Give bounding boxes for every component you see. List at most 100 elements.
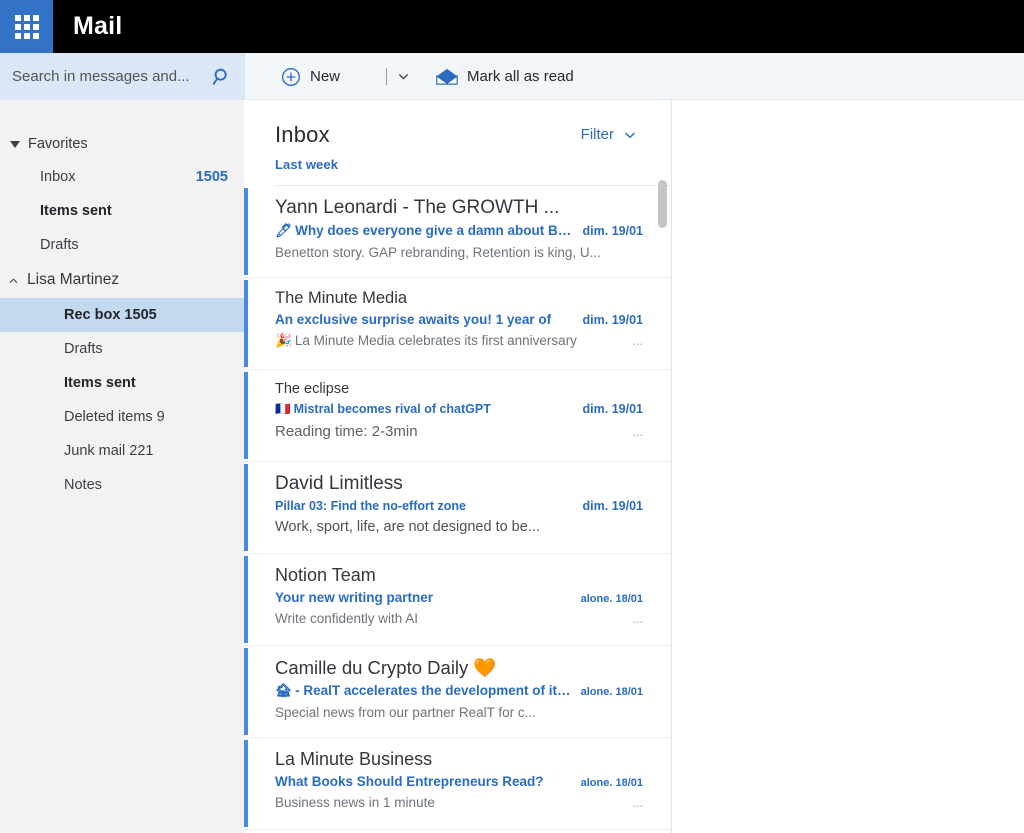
sidebar-item-deleted-items[interactable]: Deleted items 9 — [0, 400, 244, 434]
mark-all-as-read-label: Mark all as read — [467, 68, 574, 85]
message-subject: 🖊 Why does everyone give a damn about Ben… — [275, 223, 573, 239]
scrollbar-thumb[interactable] — [658, 180, 667, 228]
search-input[interactable] — [12, 68, 211, 85]
message-preview: Work, sport, life, are not designed to b… — [275, 519, 540, 535]
message-preview: Reading time: 2-3min — [275, 423, 418, 440]
chevron-up-icon — [9, 278, 18, 283]
sidebar-group-favorites-label: Favorites — [28, 136, 88, 152]
house-icon: 🏚 — [275, 683, 293, 699]
message-preview: 🎉 La Minute Media celebrates its first an… — [275, 333, 577, 349]
message-sender: La Minute Business — [275, 749, 433, 769]
toolbar: New Mark all as read — [245, 53, 1024, 100]
sidebar-item-label: Notes — [64, 477, 102, 493]
message-subject: Pillar 03: Find the no-effort zone — [275, 499, 466, 513]
message-date: dim. 19/01 — [582, 313, 643, 327]
message-preview: Write confidently with AI — [275, 611, 419, 626]
message-date: alone. 18/01 — [580, 593, 643, 605]
mark-all-as-read-button[interactable]: Mark all as read — [430, 64, 580, 89]
sidebar-group-account[interactable]: Lisa Martinez — [0, 262, 244, 298]
message-subject-text: Mistral becomes rival of chatGPT — [293, 402, 491, 416]
sidebar-item-rec-box[interactable]: Rec box 1505 — [0, 298, 244, 332]
message-subject-text: Your new writing partner — [275, 590, 434, 605]
filter-label: Filter — [580, 126, 614, 143]
pen-icon: 🖊 — [275, 223, 293, 239]
toolbar-divider — [386, 68, 388, 85]
sidebar-item-count: 1505 — [195, 169, 228, 185]
message-sender: The eclipse — [275, 381, 350, 397]
filter-button[interactable]: Filter — [581, 126, 637, 143]
message-subject: What Books Should Entrepreneurs Read? — [275, 774, 544, 789]
triangle-down-icon — [10, 140, 20, 148]
message-sender: Yann Leonardi - The GROWTH ... — [275, 197, 560, 218]
sidebar-group-favorites[interactable]: Favorites — [0, 128, 244, 160]
sidebar-item-account-items-sent[interactable]: Items sent — [0, 366, 244, 400]
app-grid-icon — [14, 14, 39, 39]
message-subject: 🏚 - RealT accelerates the development of … — [275, 683, 571, 699]
message-list-item[interactable]: The Minute Media An exclusive surprise a… — [244, 278, 671, 370]
app-launcher-button[interactable] — [0, 0, 53, 53]
message-list-scrollbar[interactable] — [658, 180, 667, 833]
message-date: alone. 18/01 — [580, 777, 643, 789]
sidebar-item-label: Drafts — [40, 237, 79, 253]
new-mail-dropdown[interactable] — [386, 68, 410, 85]
message-date: dim. 19/01 — [582, 499, 643, 513]
message-dots: ... — [632, 612, 643, 626]
sidebar-item-junk-mail[interactable]: Junk mail 221 — [0, 434, 244, 468]
message-sender: Notion Team — [275, 565, 376, 585]
sidebar-item-label: Items sent — [64, 375, 136, 391]
message-date: alone. 18/01 — [580, 686, 643, 698]
message-list-item[interactable]: David Limitless Pillar 03: Find the no-e… — [244, 462, 671, 554]
list-header: Inbox Last week Filter — [244, 100, 671, 172]
message-sender: David Limitless — [275, 473, 403, 494]
message-preview-text: La Minute Media celebrates its first ann… — [294, 333, 577, 348]
search-icon[interactable] — [211, 66, 233, 88]
message-dots: ... — [632, 425, 643, 439]
new-mail-button[interactable]: New — [275, 63, 346, 91]
message-preview: Business news in 1 minute — [275, 795, 435, 810]
message-sender: The Minute Media — [275, 289, 408, 307]
sidebar-item-notes[interactable]: Notes — [0, 468, 244, 502]
plus-circle-icon — [282, 67, 300, 86]
message-dots: ... — [632, 796, 643, 810]
message-date: dim. 19/01 — [582, 224, 643, 238]
mail-app-window: Mail New — [0, 0, 1024, 833]
message-subject: 🇫🇷 Mistral becomes rival of chatGPT — [275, 401, 491, 417]
new-mail-label: New — [310, 68, 341, 85]
sidebar-account-label: Lisa Martinez — [27, 271, 120, 288]
sidebar-item-label: Deleted items 9 — [64, 409, 165, 425]
message-list-item[interactable]: The eclipse 🇫🇷 Mistral becomes rival of c… — [244, 370, 671, 462]
chevron-down-icon — [399, 74, 408, 80]
message-dots: ... — [632, 334, 643, 348]
sidebar: Favorites Inbox 1505 Items sent Drafts L… — [0, 100, 244, 833]
message-subject: An exclusive surprise awaits you! 1 year… — [275, 312, 551, 327]
message-list: Yann Leonardi - The GROWTH ... 🖊 Why does… — [244, 186, 671, 830]
sidebar-item-label: Items sent — [40, 203, 112, 219]
message-sender: Camille du Crypto Daily 🧡 — [275, 657, 497, 678]
sidebar-item-label: Inbox — [40, 169, 76, 185]
sidebar-item-drafts[interactable]: Drafts — [0, 228, 244, 262]
party-popper-icon: 🎉 — [275, 333, 292, 349]
chevron-down-icon — [625, 132, 635, 138]
message-subject-text: What Books Should Entrepreneurs Read? — [275, 774, 544, 789]
message-subject-text: Pillar 03: Find the no-effort zone — [275, 499, 466, 513]
sidebar-item-label: Drafts — [64, 341, 103, 357]
sidebar-item-inbox[interactable]: Inbox 1505 — [0, 160, 244, 194]
message-preview: Benetton story. GAP rebranding, Retentio… — [275, 245, 601, 260]
sidebar-item-items-sent[interactable]: Items sent — [0, 194, 244, 228]
message-list-pane: Inbox Last week Filter Yann Leonardi - T… — [244, 100, 672, 833]
message-date: dim. 19/01 — [582, 402, 643, 416]
french-flag-icon: 🇫🇷 — [275, 401, 291, 416]
top-bar: Mail — [0, 0, 1024, 53]
message-list-item[interactable]: Notion Team Your new writing partner alo… — [244, 554, 671, 646]
app-title: Mail — [73, 12, 123, 40]
search-box[interactable] — [0, 53, 245, 100]
command-strip: New Mark all as read — [0, 53, 1024, 100]
message-list-item[interactable]: Camille du Crypto Daily 🧡 🏚 - RealT accel… — [244, 646, 671, 738]
message-subject-text: - RealT accelerates the development of i… — [295, 683, 571, 698]
message-subject-text: An exclusive surprise awaits you! 1 year… — [275, 312, 552, 327]
sidebar-item-account-drafts[interactable]: Drafts — [0, 332, 244, 366]
sidebar-item-label: Junk mail 221 — [64, 443, 154, 459]
message-list-item[interactable]: La Minute Business What Books Should Ent… — [244, 738, 671, 830]
message-subject: Your new writing partner — [275, 590, 433, 605]
message-list-item[interactable]: Yann Leonardi - The GROWTH ... 🖊 Why does… — [244, 186, 671, 278]
